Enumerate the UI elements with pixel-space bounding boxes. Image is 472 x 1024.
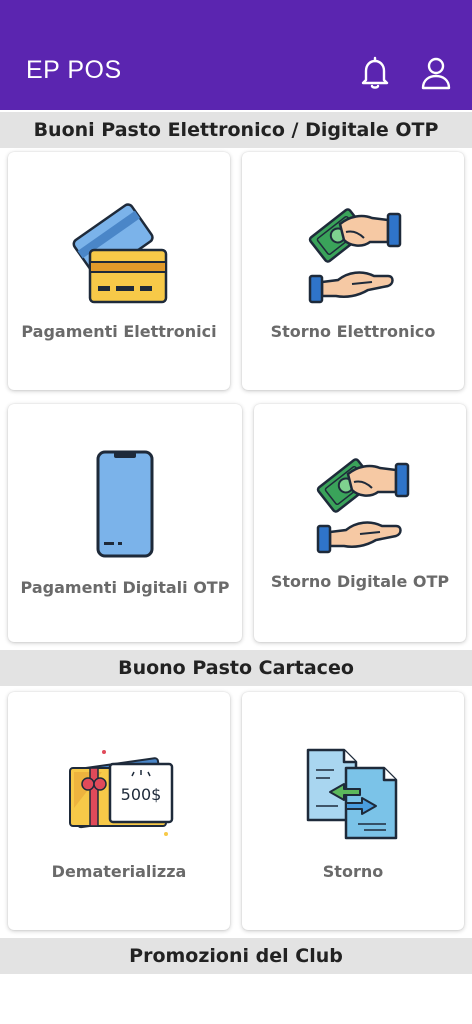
bell-icon[interactable] — [360, 56, 390, 90]
user-icon[interactable] — [420, 56, 452, 90]
section-title-club: Promozioni del Club — [0, 938, 472, 974]
voucher-value: 500$ — [121, 785, 162, 804]
card-label: Pagamenti Digitali OTP — [20, 578, 230, 597]
dematerializza-card[interactable]: 500$ Dematerializza — [8, 692, 230, 930]
smartphone-icon — [94, 448, 156, 560]
pagamenti-digitali-card[interactable]: Pagamenti Digitali OTP — [8, 404, 242, 642]
credit-card-icon — [70, 198, 170, 308]
storno-card[interactable]: Storno — [242, 692, 464, 930]
section-title-electronic: Buoni Pasto Elettronico / Digitale OTP — [0, 112, 472, 148]
pagamenti-elettronici-card[interactable]: Pagamenti Elettronici — [8, 152, 230, 390]
section-title-paper: Buono Pasto Cartaceo — [0, 650, 472, 686]
storno-digitale-card[interactable]: Storno Digitale OTP — [254, 404, 466, 642]
document-exchange-icon — [304, 746, 402, 842]
storno-elettronico-card[interactable]: Storno Elettronico — [242, 152, 464, 390]
money-refund-icon — [310, 452, 414, 558]
card-label: Storno Elettronico — [270, 322, 436, 341]
card-label: Storno — [322, 862, 384, 881]
app-bar: EP POS — [0, 0, 472, 110]
card-label: Storno Digitale OTP — [270, 572, 450, 591]
voucher-icon: 500$ — [66, 748, 180, 838]
app-title: EP POS — [26, 56, 122, 84]
money-refund-icon — [302, 202, 406, 308]
card-label: Dematerializza — [51, 862, 187, 881]
card-label: Pagamenti Elettronici — [21, 322, 217, 341]
